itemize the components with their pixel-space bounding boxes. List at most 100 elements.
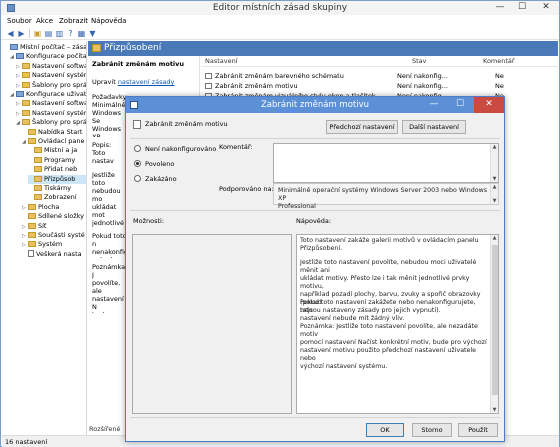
tree-item[interactable]: ▷ Nastavení systém [16,71,86,80]
dialog-setting-name: Zabránit změnám motivu [145,120,228,128]
radio-enabled-dot[interactable] [134,160,141,167]
pane-header-title: Přizpůsobení [104,43,162,53]
apply-button[interactable]: Použít [458,423,498,437]
tree-item[interactable]: ▷ Nastavení softwa [16,99,86,108]
tree-item[interactable]: Veškerá nasta [22,249,86,259]
tree-item[interactable]: ◢ Ovládací pane [22,137,86,146]
previous-setting-button[interactable]: Předchozí nastavení [326,120,398,134]
tree-item[interactable]: ▷ Nastavení systém [16,109,86,118]
description-title: Zabránit změnám motivu [92,60,185,68]
scroll-thumb[interactable] [492,245,498,395]
folder-icon [22,119,30,126]
tree-item[interactable]: Programy [28,156,86,165]
tree-item[interactable]: Přizpůsob [28,174,86,184]
folder-up-icon[interactable]: ▣ [33,29,42,38]
folder-icon [28,241,36,248]
folder-icon [22,100,30,107]
scroll-up-icon[interactable]: ▲ [491,184,498,190]
maximize-button[interactable]: ☐ [511,1,533,15]
scroll-down-icon[interactable]: ▼ [491,198,498,204]
dialog-close-button[interactable]: ✕ [474,97,504,113]
tree-item[interactable]: Nabídka Start [22,128,86,137]
tree-item-label: Nastavení systém [32,71,87,80]
supported-scrollbar[interactable]: ▲ ▼ [490,184,498,204]
properties-icon[interactable]: ▦ [77,29,86,38]
folder-icon [92,44,101,52]
help-icon[interactable]: ? [66,29,75,38]
tree-item[interactable]: Místní a ja [28,146,86,155]
computer-icon [16,53,24,60]
folder-icon [34,175,42,182]
folder-icon [28,203,36,210]
menu-napoveda[interactable]: Nápověda [91,17,126,25]
row-state: Není nakonfig... [397,82,449,90]
tree-item-label: Systém [38,240,63,249]
tree-item-label: Konfigurace uživatele [26,90,87,98]
folder-icon [28,138,36,144]
tree-item[interactable]: ◢ Konfigurace počítač [10,52,86,61]
column-state[interactable]: Stav [412,57,427,65]
column-comment[interactable]: Komentář [483,57,515,65]
computer-icon [16,91,24,97]
forward-icon[interactable]: ▶ [17,29,26,38]
menu-soubor[interactable]: Soubor [7,17,32,25]
policy-icon [205,83,212,89]
next-setting-button[interactable]: Další nastavení [402,120,466,134]
scroll-up-icon[interactable]: ▲ [491,144,498,150]
tree-item[interactable]: ◢ Šablony pro sprá [16,118,86,127]
computer-icon [10,44,18,50]
show-hide-tree-icon[interactable]: ▤ [44,29,53,38]
tree-item[interactable]: Tiskárny [28,184,86,193]
cancel-button[interactable]: Storno [412,423,452,437]
tree-item[interactable]: ▷ Systém [22,240,86,249]
tree-item[interactable]: ▷ Nastavení softwa [16,62,86,71]
radio-disabled-dot[interactable] [134,175,141,182]
radio-not-configured[interactable]: Není nakonfigurováno [134,144,216,154]
comment-scrollbar[interactable]: ▲ ▼ [490,144,498,182]
dialog-separator [130,210,500,211]
radio-not-configured-label: Není nakonfigurováno [145,145,217,153]
scroll-down-icon[interactable]: ▼ [491,176,498,182]
tree-item[interactable]: Sdílené složky [22,212,86,221]
menu-akce[interactable]: Akce [36,17,53,25]
dialog-minimize-button[interactable]: — [422,97,446,113]
tree-item-label: Plocha [38,202,60,211]
minimize-button[interactable]: — [489,1,511,15]
help-scrollbar[interactable]: ▲ ▼ [490,235,498,413]
filter-icon[interactable]: ▼ [88,29,97,38]
scroll-up-icon[interactable]: ▲ [491,235,498,241]
folder-icon [28,222,36,229]
tree-item[interactable]: Přidat neb [28,165,86,174]
export-icon[interactable]: ▥ [55,29,64,38]
tree-item[interactable]: ◢Konfigurace uživatele [10,90,86,99]
settings-list-icon [28,249,34,257]
radio-disabled[interactable]: Zakázáno [134,174,177,184]
tree-item[interactable]: ▷ Šablony pro sprá [16,81,86,90]
column-setting[interactable]: Nastavení [205,57,238,65]
tree-pane[interactable]: Místní počítač – zásady◢Konfigurace počí… [2,41,87,435]
extended-tab[interactable]: Rozšířené [89,425,120,433]
radio-enabled[interactable]: Povoleno [134,159,174,169]
tree-item-label: Zobrazení [44,193,77,202]
tree-item[interactable]: Zobrazení [28,193,86,202]
help-text-4: Poznámka: Jestliže toto nastavení povolí… [300,323,487,370]
options-panel [132,234,292,414]
tree-item[interactable]: Místní počítač – zásady [4,43,86,52]
table-row[interactable]: Zabránit změnám barevného schématu Není … [201,71,558,81]
edit-policy-link[interactable]: nastavení zásady [118,78,175,86]
table-row[interactable]: Zabránit změnám motivu Není nakonfig... … [201,81,558,91]
menu-zobrazit[interactable]: Zobrazit [59,17,88,25]
tree-item[interactable]: ▷ Plocha [22,203,86,212]
back-icon[interactable]: ◀ [6,29,15,38]
help-label: Nápověda: [296,217,332,225]
comment-textarea[interactable]: ▲ ▼ [273,143,499,183]
scroll-down-icon[interactable]: ▼ [491,407,498,413]
tree-item-label: Šablony pro sprá [32,118,87,127]
tree-item-label: Součásti systé [38,231,85,239]
dialog-maximize-button[interactable]: ☐ [448,97,472,113]
radio-not-configured-dot[interactable] [134,145,141,152]
tree-item[interactable]: ▷ Síť [22,222,86,231]
close-button[interactable]: ✕ [535,1,557,15]
tree-item[interactable]: ▷ Součásti systé [22,231,86,240]
ok-button[interactable]: OK [366,423,404,437]
